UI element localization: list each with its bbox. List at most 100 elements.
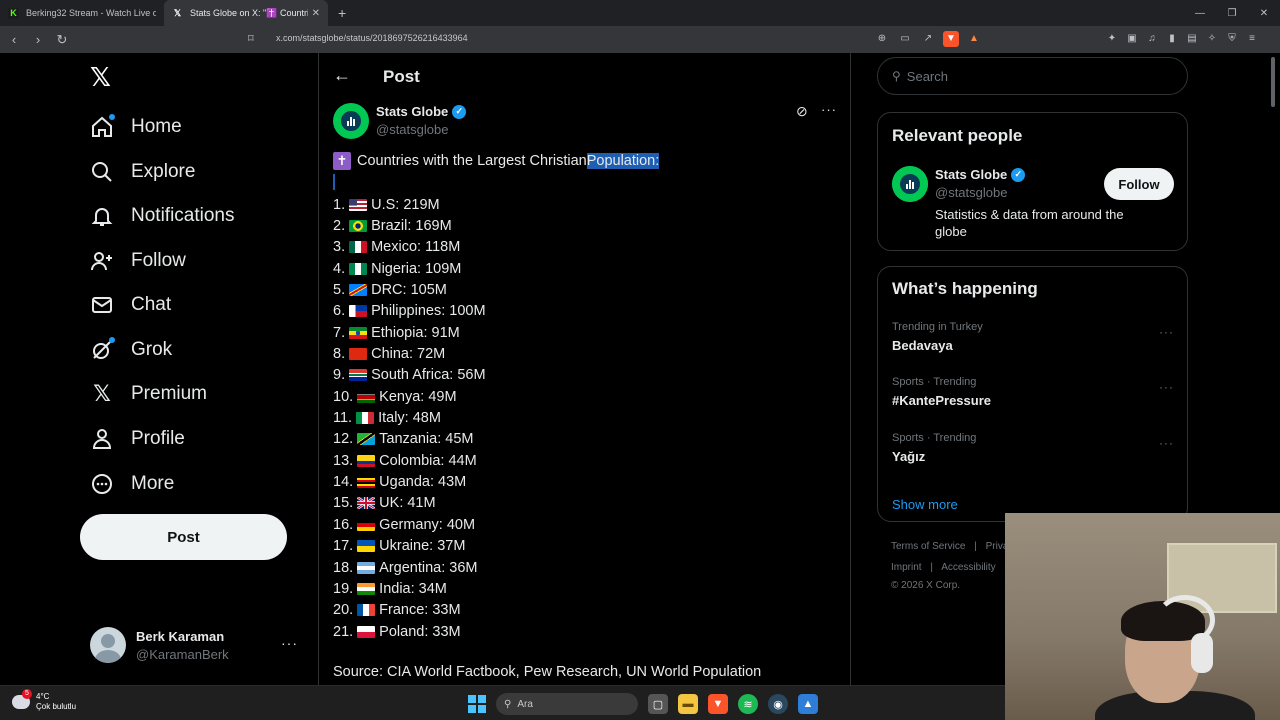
more-icon[interactable]: ··· xyxy=(281,635,298,651)
flag-icon-za xyxy=(349,369,368,382)
search-placeholder: Search xyxy=(906,68,948,84)
photos-icon[interactable]: ▲ xyxy=(798,694,818,714)
flag-icon-tz xyxy=(357,433,376,446)
trend-item[interactable]: Sports · Trending Yağız ··· xyxy=(892,432,1182,464)
person-add-icon xyxy=(90,249,114,273)
verified-icon: ✓ xyxy=(1011,167,1026,182)
page-scrollbar[interactable] xyxy=(1271,57,1275,107)
bookmark-icon[interactable]: ⌑ xyxy=(248,32,254,45)
sidebar-item-grok[interactable]: Grok xyxy=(90,330,172,370)
main-column: ← Post Stats Globe ✓ @statsglobe ⊘ ··· ✝… xyxy=(318,53,851,685)
windows-taskbar: 5 4°C Çok bulutlu ⚲ Ara ▢ ▬ ▼ ≋ ◉ ▲ xyxy=(0,685,1005,720)
more-icon[interactable]: ··· xyxy=(1159,436,1174,450)
sidebar-item-premium[interactable]: 𝕏 Premium xyxy=(90,374,207,414)
browser-tab[interactable]: K Berking32 Stream - Watch Live on Ki xyxy=(0,0,164,26)
list-item-label: Tanzania: 45M xyxy=(379,431,474,448)
author-avatar[interactable] xyxy=(333,103,369,139)
post-button[interactable]: Post xyxy=(80,514,287,560)
back-button[interactable]: ‹ xyxy=(4,32,24,47)
bell-icon xyxy=(90,204,114,228)
share-icon[interactable]: ↗ xyxy=(920,31,936,47)
screenshot-icon[interactable]: ▣ xyxy=(1124,31,1140,47)
sidebar-item-label: Grok xyxy=(131,339,173,360)
list-item-number: 16. xyxy=(333,516,354,533)
more-icon[interactable]: ··· xyxy=(821,102,837,117)
list-item-label: Mexico: 118M xyxy=(371,239,461,256)
list-item: 9. South Africa: 56M xyxy=(333,365,486,386)
relevant-avatar[interactable] xyxy=(892,166,928,202)
follow-button[interactable]: Follow xyxy=(1104,168,1174,200)
sidebar-item-follow[interactable]: Follow xyxy=(90,241,186,281)
sidebar-item-home[interactable]: Home xyxy=(90,107,182,147)
flag-icon-it xyxy=(356,412,375,425)
spotify-icon[interactable]: ≋ xyxy=(738,694,758,714)
sidebar-item-profile[interactable]: Profile xyxy=(90,419,185,459)
more-icon[interactable]: ··· xyxy=(1159,380,1174,394)
terms-link[interactable]: Terms of Service xyxy=(891,541,965,552)
list-item-label: India: 34M xyxy=(379,580,447,597)
list-item-number: 2. xyxy=(333,218,346,235)
sidebar-item-explore[interactable]: Explore xyxy=(90,152,195,192)
x-logo-icon[interactable]: 𝕏 xyxy=(90,63,111,93)
rewards-icon[interactable]: ▲ xyxy=(966,31,982,47)
weather-widget[interactable]: 5 4°C Çok bulutlu xyxy=(12,688,76,711)
cast-icon[interactable]: ▭ xyxy=(897,31,913,47)
reload-button[interactable]: ↻ xyxy=(52,32,72,48)
folder-icon[interactable]: ▬ xyxy=(678,694,698,714)
list-item-number: 20. xyxy=(333,602,354,619)
wallet-icon[interactable]: ▤ xyxy=(1184,31,1200,47)
browser-tab-active[interactable]: 𝕏 Stats Globe on X: "✝️ Countries ✕ xyxy=(164,0,328,26)
search-input[interactable]: ⚲ Search xyxy=(877,57,1188,95)
list-item-label: China: 72M xyxy=(371,346,446,363)
verified-icon: ✓ xyxy=(452,104,467,119)
close-window-button[interactable]: ✕ xyxy=(1248,8,1280,19)
account-switcher[interactable]: Berk Karaman @KaramanBerk ··· xyxy=(90,625,308,665)
list-item-label: Poland: 33M xyxy=(379,623,461,640)
accessibility-link[interactable]: Accessibility xyxy=(941,562,995,573)
maximize-button[interactable]: ❐ xyxy=(1216,8,1248,19)
media-icon[interactable]: ♫ xyxy=(1144,31,1160,47)
new-tab-button[interactable]: + xyxy=(338,5,346,21)
list-item: 20. France: 33M xyxy=(333,600,486,621)
url-field[interactable]: x.com/statsglobe/status/2018697526216433… xyxy=(276,33,468,43)
list-item-number: 5. xyxy=(333,282,346,299)
zoom-icon[interactable]: ⊕ xyxy=(874,31,890,47)
start-icon[interactable] xyxy=(468,695,486,713)
relevant-name[interactable]: Stats Globe ✓ xyxy=(935,167,1026,182)
text-selection-caret xyxy=(333,174,335,190)
show-more-link[interactable]: Show more xyxy=(892,497,958,512)
forward-button[interactable]: › xyxy=(28,32,48,47)
steam-icon[interactable]: ◉ xyxy=(768,694,788,714)
sidebar-item-notifications[interactable]: Notifications xyxy=(90,196,235,236)
home-icon xyxy=(90,114,115,139)
trend-meta: Sports · Trending xyxy=(892,432,977,444)
sidebar-item-chat[interactable]: Chat xyxy=(90,285,171,325)
list-item-number: 12. xyxy=(333,431,354,448)
taskbar-search[interactable]: ⚲ Ara xyxy=(496,693,638,715)
flag-icon-ng xyxy=(349,262,368,275)
author-name[interactable]: Stats Globe ✓ xyxy=(376,104,467,119)
menu-icon[interactable]: ≡ xyxy=(1244,31,1260,47)
minimize-button[interactable]: — xyxy=(1184,8,1216,19)
relevant-handle[interactable]: @statsglobe xyxy=(935,185,1007,200)
list-item: 6. Philippines: 100M xyxy=(333,301,486,322)
sidebar-item-label: Premium xyxy=(131,383,208,404)
vpn-icon[interactable]: ⛨ xyxy=(1224,31,1240,47)
brave-icon[interactable]: ▼ xyxy=(708,694,728,714)
ai-icon[interactable]: ✧ xyxy=(1204,31,1220,47)
list-item: 5. DRC: 105M xyxy=(333,279,486,300)
task-view-icon[interactable]: ▢ xyxy=(648,694,668,714)
author-handle[interactable]: @statsglobe xyxy=(376,122,448,137)
more-icon[interactable]: ··· xyxy=(1159,325,1174,339)
grok-icon[interactable]: ⊘ xyxy=(796,103,808,120)
list-item-label: Ethiopia: 91M xyxy=(371,324,460,341)
sidebar-icon[interactable]: ▮ xyxy=(1164,31,1180,47)
extensions-icon[interactable]: ✦ xyxy=(1104,31,1120,47)
sidebar-item-more[interactable]: More xyxy=(90,464,174,504)
trend-item[interactable]: Trending in Turkey Bedavaya ··· xyxy=(892,321,1182,353)
brave-shield-icon[interactable]: ▼ xyxy=(943,31,959,47)
trend-item[interactable]: Sports · Trending #KantePressure ··· xyxy=(892,376,1182,408)
back-arrow-icon[interactable]: ← xyxy=(333,65,351,86)
close-icon[interactable]: ✕ xyxy=(312,8,320,19)
imprint-link[interactable]: Imprint xyxy=(891,562,922,573)
